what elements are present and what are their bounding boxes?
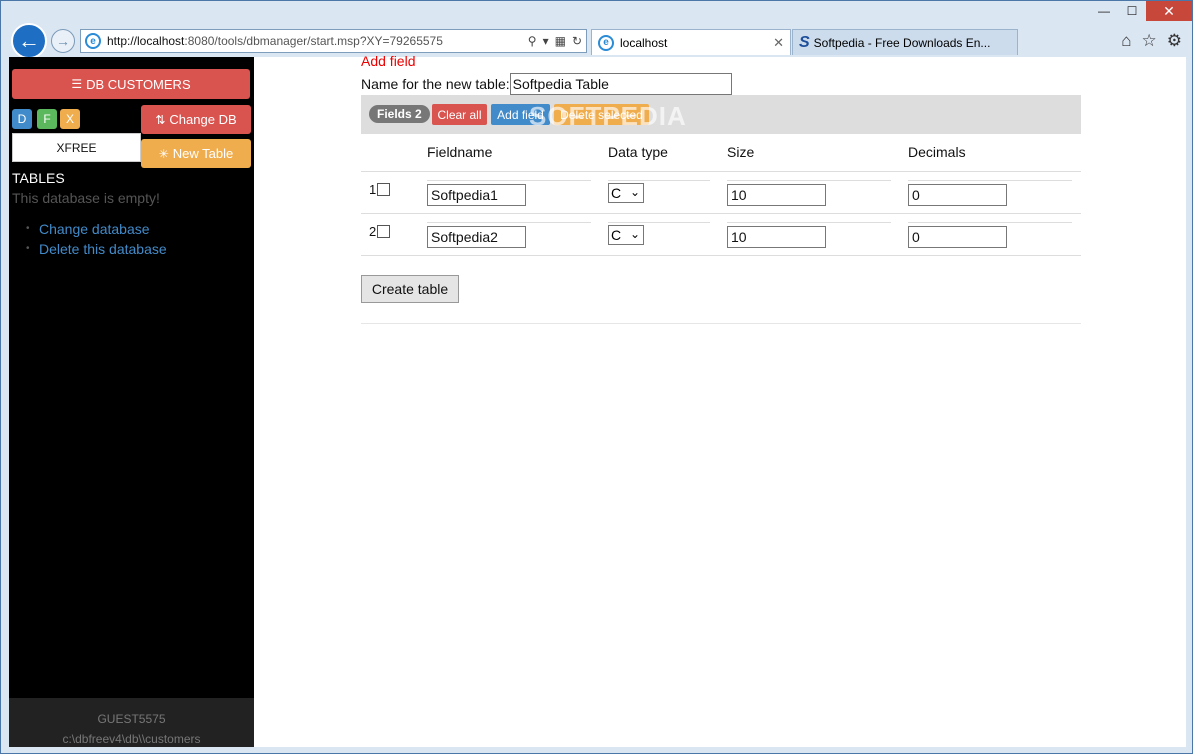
table-row: 1 Softpedia1 C ⌄ 10 0 (361, 172, 1081, 214)
change-db-label: Change DB (169, 112, 237, 127)
change-database-link[interactable]: Change database (26, 219, 167, 239)
fields-toolbar: Fields 2 Clear all Add field Delete sele… (361, 95, 1081, 134)
cell-divider (727, 180, 891, 181)
decimals-input[interactable]: 0 (908, 226, 1007, 248)
cell-divider (908, 180, 1072, 181)
new-table-label: New Table (172, 146, 234, 161)
table-name-label: Name for the new table: (361, 76, 510, 92)
home-icon[interactable]: ⌂ (1121, 31, 1131, 51)
fields-table: Fieldname Data type Size Decimals 1 Soft… (361, 134, 1081, 256)
chevron-down-icon: ⌄ (629, 227, 640, 241)
address-bar[interactable]: e http://localhost:8080/tools/dbmanager/… (80, 29, 587, 53)
url-path: :8080/tools/dbmanager/start.msp?XY=79265… (184, 34, 443, 48)
row-number: 1 (369, 182, 391, 197)
column-decimals: Decimals (908, 144, 966, 160)
sidebar: ☰ DB CUSTOMERS D F X ⇅ Change DB XFREE ✳… (9, 57, 254, 747)
url-host: http://localhost (107, 34, 185, 48)
delete-database-link[interactable]: Delete this database (26, 239, 167, 259)
window-controls: — ☐ ✕ (1090, 1, 1192, 23)
tab-label: localhost (620, 35, 668, 50)
database-icon: ☰ (71, 77, 83, 91)
size-input[interactable]: 10 (727, 184, 826, 206)
cell-divider (427, 180, 591, 181)
decimals-input[interactable]: 0 (908, 184, 1007, 206)
clear-all-button[interactable]: Clear all (432, 104, 487, 125)
database-path: c:\dbfreev4\db\\customers (62, 732, 201, 746)
cell-divider (908, 222, 1072, 223)
mini-button-d[interactable]: D (12, 109, 32, 129)
compat-view-icon[interactable]: ▦ (555, 34, 566, 48)
close-tab-icon[interactable]: ✕ (773, 35, 784, 51)
page-title: Add field (361, 53, 416, 69)
sidebar-footer: GUEST5575 c:\dbfreev4\db\\customers (9, 698, 254, 747)
row-select-checkbox[interactable] (377, 183, 391, 196)
tab-label: Softpedia - Free Downloads En... (813, 35, 991, 50)
datatype-value: C (611, 185, 622, 201)
tab-softpedia[interactable]: S Softpedia - Free Downloads En... (792, 29, 1018, 55)
favorites-star-icon[interactable]: ☆ (1142, 31, 1157, 51)
browser-window: — ☐ ✕ ← → e http://localhost:8080/tools/… (0, 0, 1193, 754)
mini-button-f[interactable]: F (37, 109, 57, 129)
chevron-down-icon: ⌄ (629, 185, 640, 199)
page-content: ☰ DB CUSTOMERS D F X ⇅ Change DB XFREE ✳… (9, 53, 1186, 747)
divider (361, 323, 1081, 324)
db-customers-button[interactable]: ☰ DB CUSTOMERS (12, 69, 250, 99)
url-text[interactable]: http://localhost:8080/tools/dbmanager/st… (107, 34, 528, 48)
maximize-button[interactable]: ☐ (1118, 1, 1146, 21)
new-table-button[interactable]: ✳ New Table (141, 139, 251, 168)
minimize-button[interactable]: — (1090, 1, 1118, 21)
cell-divider (608, 180, 710, 181)
ie-logo-icon: e (85, 33, 101, 49)
fields-count-badge: Fields 2 (369, 105, 430, 123)
row-number-text: 1 (369, 182, 377, 197)
sidebar-links: Change database Delete this database (26, 219, 167, 259)
close-window-button[interactable]: ✕ (1146, 1, 1192, 21)
fieldname-input[interactable]: Softpedia2 (427, 226, 526, 248)
new-table-icon: ✳ (158, 146, 169, 161)
tab-localhost[interactable]: e localhost ✕ (591, 29, 791, 55)
settings-gear-icon[interactable]: ⚙ (1167, 31, 1182, 51)
cell-divider (608, 222, 710, 223)
address-tools: ⚲ ▾ ▦ ↻ (528, 34, 586, 48)
datatype-value: C (611, 227, 622, 243)
mini-button-x[interactable]: X (60, 109, 80, 129)
column-size: Size (727, 144, 755, 160)
ie-tab-icon: e (598, 34, 614, 51)
cell-divider (727, 222, 891, 223)
swap-database-icon: ⇅ (155, 112, 166, 127)
empty-database-message: This database is empty! (12, 190, 160, 206)
change-db-button[interactable]: ⇅ Change DB (141, 105, 251, 134)
cell-divider (427, 222, 591, 223)
datatype-select[interactable]: C ⌄ (608, 225, 644, 245)
browser-tools: ⌂ ☆ ⚙ (1121, 31, 1182, 51)
table-header: Fieldname Data type Size Decimals (361, 134, 1081, 172)
softpedia-watermark: SOFTPEDIA (529, 101, 687, 131)
softpedia-logo-icon: S (799, 33, 810, 51)
forward-arrow-icon[interactable]: → (51, 29, 75, 53)
user-name: GUEST5575 (97, 712, 166, 726)
back-arrow-icon[interactable]: ← (11, 23, 47, 59)
table-name-row: Name for the new table: Softpedia Table (361, 73, 732, 95)
column-datatype: Data type (608, 144, 668, 160)
column-fieldname: Fieldname (427, 144, 493, 160)
datatype-select[interactable]: C ⌄ (608, 183, 644, 203)
dropdown-icon[interactable]: ▾ (543, 34, 549, 48)
create-table-button[interactable]: Create table (361, 275, 459, 303)
search-icon[interactable]: ⚲ (528, 34, 537, 48)
table-name-input[interactable]: Softpedia Table (509, 73, 732, 95)
titlebar: — ☐ ✕ ← → e http://localhost:8080/tools/… (1, 1, 1192, 59)
row-select-checkbox[interactable] (377, 225, 391, 238)
tables-heading: TABLES (12, 170, 65, 186)
db-name-field[interactable]: XFREE (12, 133, 141, 162)
size-input[interactable]: 10 (727, 226, 826, 248)
row-number-text: 2 (369, 224, 377, 239)
db-button-label: DB CUSTOMERS (86, 76, 191, 92)
row-number: 2 (369, 224, 391, 239)
refresh-icon[interactable]: ↻ (572, 34, 582, 48)
table-row: 2 Softpedia2 C ⌄ 10 0 (361, 214, 1081, 256)
fieldname-input[interactable]: Softpedia1 (427, 184, 526, 206)
